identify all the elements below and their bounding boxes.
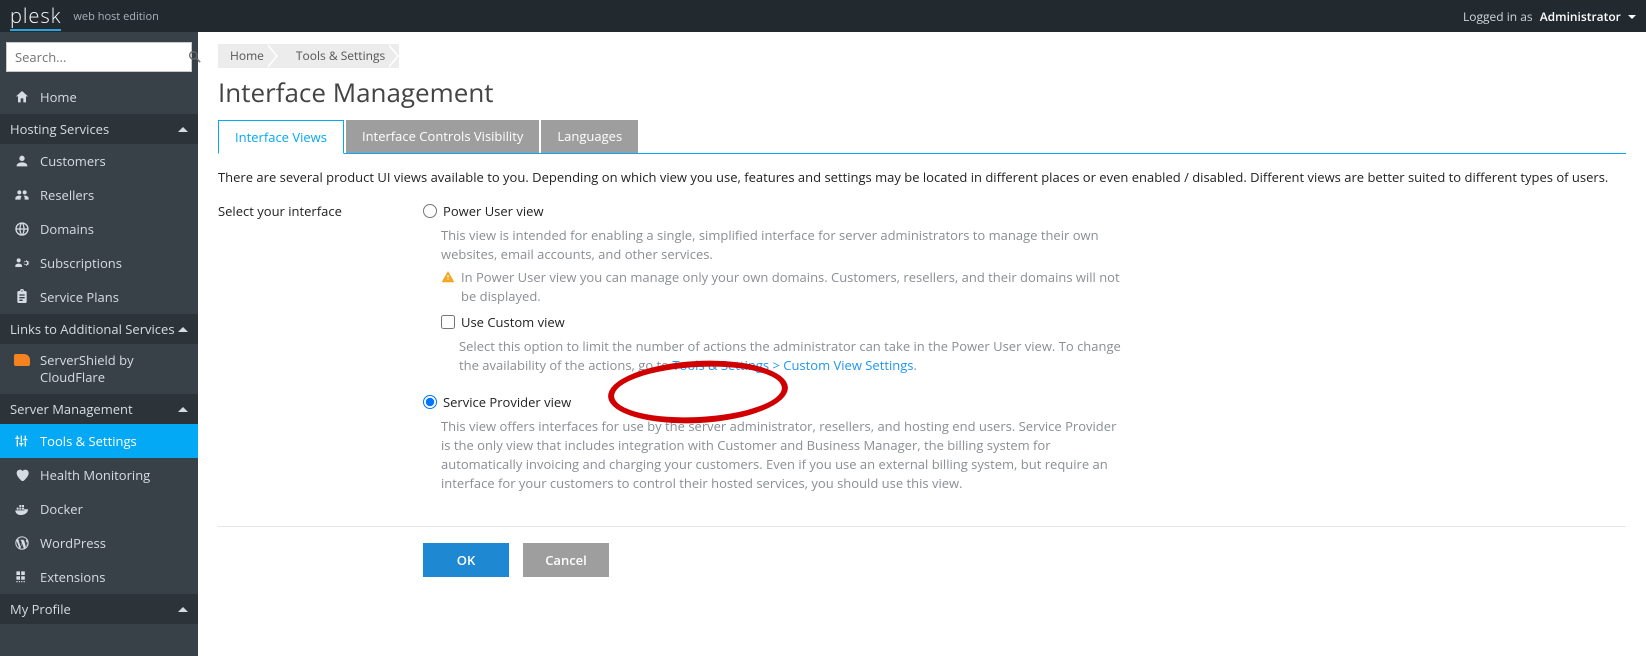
option-description: This view offers interfaces for use by t… xyxy=(441,417,1123,492)
sidebar-item-domains[interactable]: Domains xyxy=(0,212,198,246)
sidebar-item-label: Extensions xyxy=(40,568,105,586)
sidebar-section-hosting-services[interactable]: Hosting Services xyxy=(0,114,198,144)
wordpress-icon xyxy=(14,535,30,551)
docker-icon xyxy=(14,501,30,517)
top-bar: plesk web host edition Logged in as Admi… xyxy=(0,0,1646,32)
chevron-up-icon xyxy=(178,602,188,612)
radio-service-provider[interactable] xyxy=(423,395,437,409)
cloudflare-icon xyxy=(14,352,30,368)
sidebar-section-additional-services[interactable]: Links to Additional Services xyxy=(0,314,198,344)
logged-in-label: Logged in as xyxy=(1463,8,1533,25)
sidebar: Home Hosting Services Customers Reseller… xyxy=(0,32,198,656)
clipboard-icon xyxy=(14,289,30,305)
sidebar-item-label: ServerShield by CloudFlare xyxy=(40,352,188,386)
sidebar-section-server-management[interactable]: Server Management xyxy=(0,394,198,424)
separator xyxy=(218,526,1626,527)
sidebar-item-docker[interactable]: Docker xyxy=(0,492,198,526)
tab-interface-views[interactable]: Interface Views xyxy=(218,120,344,154)
plesk-logo: plesk xyxy=(10,2,61,31)
tab-bar: Interface Views Interface Controls Visib… xyxy=(218,120,1626,154)
sidebar-item-label: Service Plans xyxy=(40,288,119,306)
radio-power-user[interactable] xyxy=(423,204,437,218)
sidebar-item-service-plans[interactable]: Service Plans xyxy=(0,280,198,314)
tab-languages[interactable]: Languages xyxy=(541,120,638,153)
option-power-user: Power User view This view is intended fo… xyxy=(423,202,1123,375)
sidebar-item-label: Tools & Settings xyxy=(40,432,137,450)
user-menu[interactable]: Logged in as Administrator xyxy=(1463,8,1636,25)
sidebar-item-health-monitoring[interactable]: Health Monitoring xyxy=(0,458,198,492)
chevron-up-icon xyxy=(178,122,188,132)
search-input[interactable] xyxy=(7,43,187,71)
sidebar-item-label: Subscriptions xyxy=(40,254,122,272)
grid-icon xyxy=(14,569,30,585)
chevron-down-icon xyxy=(1628,15,1636,23)
button-row: OK Cancel xyxy=(423,543,1626,577)
checkbox-use-custom-view[interactable] xyxy=(441,315,455,329)
user-icon xyxy=(14,153,30,169)
option-label: Use Custom view xyxy=(461,313,565,331)
sidebar-item-extensions[interactable]: Extensions xyxy=(0,560,198,594)
sidebar-item-label: Customers xyxy=(40,152,106,170)
sidebar-section-my-profile[interactable]: My Profile xyxy=(0,594,198,624)
option-description: Select this option to limit the number o… xyxy=(459,337,1123,375)
tab-interface-controls-visibility[interactable]: Interface Controls Visibility xyxy=(346,120,539,153)
chevron-up-icon xyxy=(178,402,188,412)
gear-icon xyxy=(14,255,30,271)
breadcrumb-item[interactable]: Home xyxy=(218,44,278,68)
sidebar-item-subscriptions[interactable]: Subscriptions xyxy=(0,246,198,280)
option-label: Service Provider view xyxy=(443,393,571,411)
ok-button[interactable]: OK xyxy=(423,543,509,577)
brand: plesk web host edition xyxy=(10,2,159,31)
cancel-button[interactable]: Cancel xyxy=(523,543,609,577)
intro-text: There are several product UI views avail… xyxy=(218,168,1626,186)
chevron-up-icon xyxy=(178,322,188,332)
sidebar-item-label: WordPress xyxy=(40,534,106,552)
breadcrumb: Home Tools & Settings xyxy=(218,44,1626,68)
option-use-custom-view: Use Custom view Select this option to li… xyxy=(441,313,1123,375)
link-custom-view-settings[interactable]: Tools & Settings > Custom View Settings xyxy=(672,356,913,374)
form-label: Select your interface xyxy=(218,202,423,220)
sidebar-item-wordpress[interactable]: WordPress xyxy=(0,526,198,560)
edition-label: web host edition xyxy=(73,9,158,24)
globe-icon xyxy=(14,221,30,237)
warning-icon xyxy=(441,270,455,284)
users-icon xyxy=(14,187,30,203)
breadcrumb-item[interactable]: Tools & Settings xyxy=(278,44,399,68)
sidebar-item-label: Domains xyxy=(40,220,94,238)
main-content: Home Tools & Settings Interface Manageme… xyxy=(198,32,1646,656)
sidebar-item-label: Health Monitoring xyxy=(40,466,150,484)
sliders-icon xyxy=(14,433,30,449)
sidebar-item-servershield[interactable]: ServerShield by CloudFlare xyxy=(0,344,198,394)
option-service-provider: Service Provider view This view offers i… xyxy=(423,393,1123,492)
sidebar-item-label: Home xyxy=(40,88,77,106)
page-title: Interface Management xyxy=(218,74,1626,110)
heart-icon xyxy=(14,467,30,483)
option-description: This view is intended for enabling a sin… xyxy=(441,226,1123,305)
username: Administrator xyxy=(1540,8,1621,25)
option-label: Power User view xyxy=(443,202,544,220)
sidebar-item-label: Docker xyxy=(40,500,83,518)
sidebar-item-tools-settings[interactable]: Tools & Settings xyxy=(0,424,198,458)
search-box[interactable] xyxy=(6,42,192,72)
home-icon xyxy=(14,89,30,105)
sidebar-item-home[interactable]: Home xyxy=(0,80,198,114)
sidebar-item-label: Resellers xyxy=(40,186,94,204)
sidebar-item-customers[interactable]: Customers xyxy=(0,144,198,178)
sidebar-item-resellers[interactable]: Resellers xyxy=(0,178,198,212)
